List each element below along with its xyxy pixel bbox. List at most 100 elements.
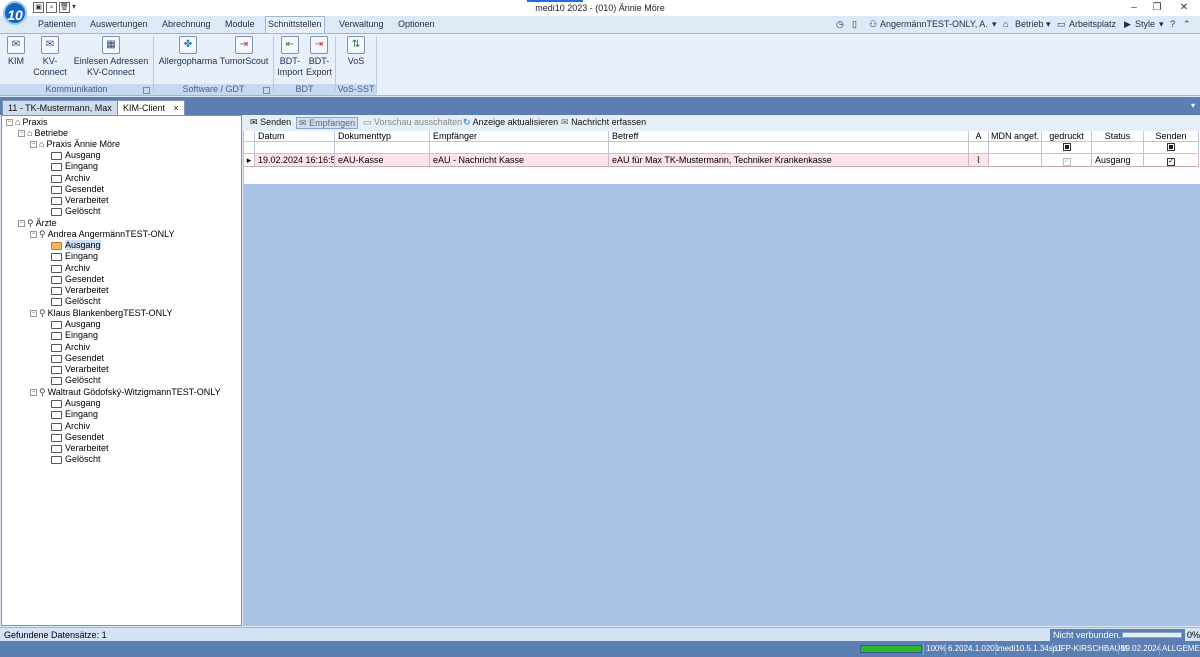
- collapse-icon[interactable]: −: [30, 310, 37, 318]
- doc-tab-patient[interactable]: 11 - TK-Mustermann, Max: [2, 100, 118, 115]
- close-window-icon[interactable]: ✕: [1174, 2, 1194, 13]
- tree-node-doctor[interactable]: − ⚲ Andrea AngermännTEST-ONLY: [30, 229, 175, 240]
- tree-node-betriebe[interactable]: − ⌂ Betriebe: [18, 128, 68, 139]
- tree-folder-ausgang[interactable]: Ausgang: [51, 150, 101, 161]
- attachment-icon[interactable]: ⌇: [969, 154, 989, 167]
- filter-senden-checkbox[interactable]: [1167, 143, 1175, 151]
- style-menu[interactable]: Style: [1135, 17, 1155, 31]
- collapse-icon[interactable]: −: [30, 389, 37, 397]
- cell-dokumenttyp[interactable]: eAU-Kasse: [335, 154, 430, 167]
- panel-icon[interactable]: ▯: [852, 17, 857, 31]
- tree-folder-archiv[interactable]: Archiv: [51, 342, 90, 353]
- tree-folder-archiv[interactable]: Archiv: [51, 421, 90, 432]
- tree-folder-verarbeitet[interactable]: Verarbeitet: [51, 285, 109, 296]
- betrieb-menu[interactable]: Betrieb: [1015, 17, 1044, 31]
- tree-folder-gesendet[interactable]: Gesendet: [51, 353, 104, 364]
- filter-cell[interactable]: [609, 142, 969, 154]
- senden-checkbox[interactable]: ✓: [1167, 158, 1175, 166]
- col-header-dokumenttyp[interactable]: Dokumenttyp: [335, 131, 430, 142]
- filter-cell[interactable]: [969, 142, 989, 154]
- aktualisieren-button[interactable]: ↻ Anzeige aktualisieren: [463, 117, 558, 129]
- collapse-icon[interactable]: −: [6, 119, 13, 127]
- cell-status[interactable]: Ausgang: [1092, 154, 1144, 167]
- cell-empfaenger[interactable]: eAU - Nachricht Kasse: [430, 154, 609, 167]
- close-tab-icon[interactable]: ×: [174, 103, 179, 113]
- cell-senden[interactable]: ✓: [1144, 154, 1199, 167]
- doc-tab-kim-client[interactable]: KIM-Client ×: [117, 100, 185, 115]
- collapse-icon[interactable]: −: [18, 130, 25, 138]
- tree-node-doctor[interactable]: − ⚲ Waltraut Gödofský-WitzigmannTEST-ONLY: [30, 387, 221, 398]
- empfangen-button[interactable]: ✉ Empfangen: [296, 117, 359, 129]
- vos-button[interactable]: ⇅ VoS: [342, 36, 370, 67]
- restore-icon[interactable]: ❐: [1147, 2, 1167, 13]
- collapse-icon[interactable]: −: [18, 220, 25, 228]
- tree-folder-archiv[interactable]: Archiv: [51, 173, 90, 184]
- arbeitsplatz-button[interactable]: Arbeitsplatz: [1069, 17, 1116, 31]
- tree-folder-ausgang[interactable]: Ausgang: [51, 319, 101, 330]
- col-header-datum[interactable]: Datum: [255, 131, 335, 142]
- tree-folder-gesendet[interactable]: Gesendet: [51, 432, 104, 443]
- erfassen-button[interactable]: ✉ Nachricht erfassen: [561, 117, 646, 129]
- filter-cell[interactable]: [1144, 142, 1199, 154]
- tree-folder-verarbeitet[interactable]: Verarbeitet: [51, 195, 109, 206]
- tree-folder-ausgang[interactable]: Ausgang: [51, 240, 101, 251]
- row-selector-icon[interactable]: ▸: [244, 154, 255, 167]
- tree-node-doctor[interactable]: − ⚲ Klaus BlankenbergTEST-ONLY: [30, 308, 173, 319]
- tree-folder-eingang[interactable]: Eingang: [51, 251, 98, 262]
- tree-folder-geloescht[interactable]: Gelöscht: [51, 454, 101, 465]
- tree-folder-geloescht[interactable]: Gelöscht: [51, 296, 101, 307]
- tab-abrechnung[interactable]: Abrechnung: [160, 17, 213, 33]
- app-logo[interactable]: 10: [3, 1, 27, 25]
- kim-button[interactable]: ✉ KIM: [4, 36, 28, 67]
- vorschau-button[interactable]: ▭ Vorschau ausschalten: [363, 117, 462, 129]
- tree-node-praxis[interactable]: − ⌂ Praxis: [6, 117, 47, 128]
- filter-gedruckt-checkbox[interactable]: [1062, 143, 1071, 151]
- allergopharma-button[interactable]: ✤ Allergopharma: [158, 36, 218, 67]
- collapse-icon[interactable]: −: [30, 141, 37, 149]
- help-button[interactable]: ?: [1170, 17, 1175, 31]
- minimize-icon[interactable]: –: [1124, 2, 1144, 13]
- tab-list-dropdown-icon[interactable]: ▾: [1191, 101, 1195, 110]
- bdt-import-button[interactable]: ⇤ BDT- Import: [276, 36, 304, 78]
- tab-optionen[interactable]: Optionen: [396, 17, 437, 33]
- tree-folder-archiv[interactable]: Archiv: [51, 263, 90, 274]
- bdt-export-button[interactable]: ⇥ BDT- Export: [304, 36, 334, 78]
- tree-folder-verarbeitet[interactable]: Verarbeitet: [51, 364, 109, 375]
- einlesen-adressen-button[interactable]: ▦ Einlesen Adressen KV-Connect: [72, 36, 150, 78]
- tree-folder-verarbeitet[interactable]: Verarbeitet: [51, 443, 109, 454]
- col-header-senden[interactable]: Senden: [1144, 131, 1199, 142]
- col-header-gedruckt[interactable]: gedruckt: [1042, 131, 1092, 142]
- filter-cell[interactable]: [335, 142, 430, 154]
- filter-cell[interactable]: [255, 142, 335, 154]
- tree-folder-ausgang[interactable]: Ausgang: [51, 398, 101, 409]
- tab-schnittstellen[interactable]: Schnittstellen: [265, 16, 325, 33]
- filter-cell[interactable]: [1092, 142, 1144, 154]
- tab-verwaltung[interactable]: Verwaltung: [337, 17, 386, 33]
- filter-cell[interactable]: [430, 142, 609, 154]
- tree-folder-eingang[interactable]: Eingang: [51, 161, 98, 172]
- col-header-betreff[interactable]: Betreff: [609, 131, 969, 142]
- tree-folder-geloescht[interactable]: Gelöscht: [51, 375, 101, 386]
- cell-mdn[interactable]: [989, 154, 1042, 167]
- tree-node-praxis-name[interactable]: − ⌂ Praxis Ännie Möre: [30, 139, 120, 150]
- tree-folder-eingang[interactable]: Eingang: [51, 330, 98, 341]
- filter-cell[interactable]: [989, 142, 1042, 154]
- tree-folder-eingang[interactable]: Eingang: [51, 409, 98, 420]
- tree-folder-gesendet[interactable]: Gesendet: [51, 274, 104, 285]
- collapse-icon[interactable]: −: [30, 231, 37, 239]
- filter-cell[interactable]: [1042, 142, 1092, 154]
- group-expand-icon[interactable]: [143, 87, 150, 94]
- kv-connect-button[interactable]: ✉ KV- Connect: [30, 36, 70, 78]
- style-dropdown-icon[interactable]: ▾: [1159, 17, 1164, 31]
- tumorscout-button[interactable]: ⇥ TumorScout: [218, 36, 270, 67]
- col-header-status[interactable]: Status: [1092, 131, 1144, 142]
- col-header-mdn[interactable]: MDN angef.: [989, 131, 1042, 142]
- col-header-empfaenger[interactable]: Empfänger: [430, 131, 609, 142]
- group-expand-icon[interactable]: [263, 87, 270, 94]
- tab-auswertungen[interactable]: Auswertungen: [88, 17, 150, 33]
- user-dropdown-icon[interactable]: ▾: [992, 17, 997, 31]
- tree-folder-gesendet[interactable]: Gesendet: [51, 184, 104, 195]
- collapse-ribbon-icon[interactable]: ⌃: [1183, 17, 1191, 31]
- tree-node-aerzte[interactable]: − ⚲ Ärzte: [18, 218, 57, 229]
- col-header-attachment[interactable]: A: [969, 131, 989, 142]
